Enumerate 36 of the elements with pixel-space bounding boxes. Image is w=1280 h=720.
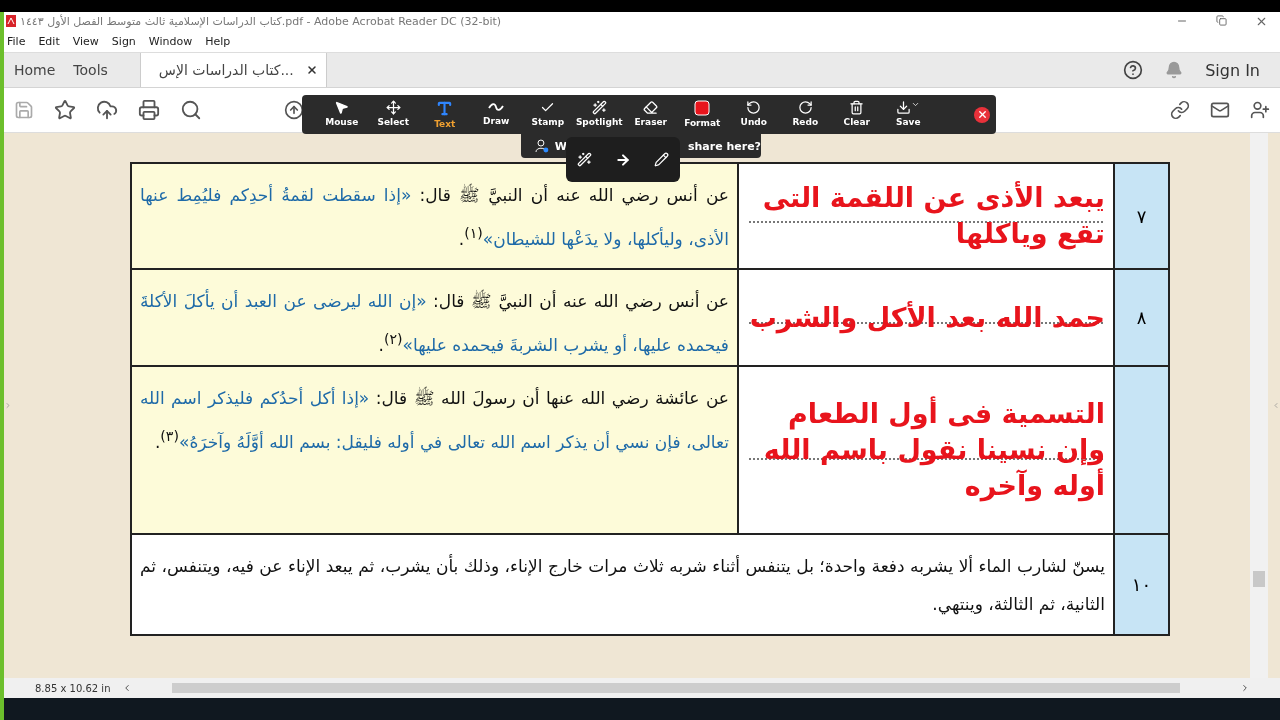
menu-item[interactable]: View <box>72 34 99 48</box>
annotation-tool[interactable]: Stamp <box>522 100 574 129</box>
annotation-tool[interactable]: Save <box>882 100 934 129</box>
annotation-tool[interactable]: Eraser <box>625 100 677 129</box>
tab[interactable]: كتاب الدراسات الإس... <box>139 53 327 87</box>
handwritten-note: حمد الله بعد الأكل والشرب <box>749 300 1105 336</box>
window-title: كتاب الدراسات الإسلامية ثالث متوسط الفصل الأول ١٤٤٣.pdf - Adobe Acrobat Reader DC (32-bit) <box>20 14 502 28</box>
annotation-tool[interactable]: Format <box>676 100 728 129</box>
annotation-tool[interactable]: Undo <box>728 100 780 129</box>
number-cell: ٧ <box>1115 164 1168 268</box>
annotation-tool[interactable]: Spotlight <box>573 100 625 129</box>
annotation-tool[interactable]: Mouse <box>316 100 368 129</box>
tab[interactable]: Tools <box>63 53 116 87</box>
menu-item[interactable]: Window <box>148 34 193 48</box>
number-cell: ١٠ <box>1115 535 1168 634</box>
handwritten-note: التسمية فى أول الطعام وإن نسينا نقول باسم الله أوله وآخره <box>762 396 1105 504</box>
banner-text: share here? <box>687 139 761 153</box>
sign-in-button[interactable]: Sign In <box>1205 60 1260 80</box>
annotation-tool[interactable]: Clear <box>831 100 883 129</box>
paragraph: عن عائشة رضي الله عنها أن رسولَ الله ﷺ قال: «إذا أكل أحدُكم فليذكر اسم الله تعالى، فإن نسي أن يذكر اسم الله تعالى في أوله فليقل: بسم الله أوَّلَهُ وآخرَهُ»$^{(٣)}$. <box>140 388 729 452</box>
page-size: 8.85 x 10.62 in <box>35 682 111 694</box>
paragraph: يسنّ لشارب الماء ألا يشربه دفعة واحدة؛ بل يتنفس أثناء شربه ثلاث مرات خارج الإناء، وذلك بأن يشرب، ثم يبعد الإناء عن فيه، ويتنفس، ثم الثانية، ثم الثالثة، وينتهي. <box>140 556 1105 614</box>
annotation-tool[interactable]: Redo <box>779 100 831 129</box>
annotation-tool[interactable]: Draw <box>470 100 522 129</box>
annotation-tool[interactable]: Select <box>367 100 419 129</box>
menu-item[interactable]: Sign <box>111 34 136 48</box>
number-cell: ٨ <box>1115 270 1168 365</box>
tab[interactable]: Home <box>4 53 64 87</box>
menu-item[interactable]: Edit <box>38 34 60 48</box>
paragraph: عن أنس رضي الله عنه أن النبيَّ ﷺ قال: «إذا سقطت لقمةُ أحدِكم فليُمِط عنها الأذى، وليأكلها، ولا يدَعْها للشيطان»$^{(١)}$. <box>140 185 729 249</box>
paragraph: عن أنس رضي الله عنه أن النبيَّ ﷺ قال: «إن الله ليرضى عن العبد أن يأكلَ الأكلةَ فيحمده عليها، أو يشرب الشربةَ فيحمده عليها»$^{(٢)}$. <box>140 291 729 355</box>
handwritten-note: يبعد الأذى عن اللقمة التى تقع وياكلها <box>761 180 1105 252</box>
banner-text: W <box>554 139 567 153</box>
menu-item[interactable]: File <box>7 34 26 48</box>
menu-item[interactable]: Help <box>205 34 231 48</box>
annotation-tool[interactable]: Text <box>419 100 471 129</box>
